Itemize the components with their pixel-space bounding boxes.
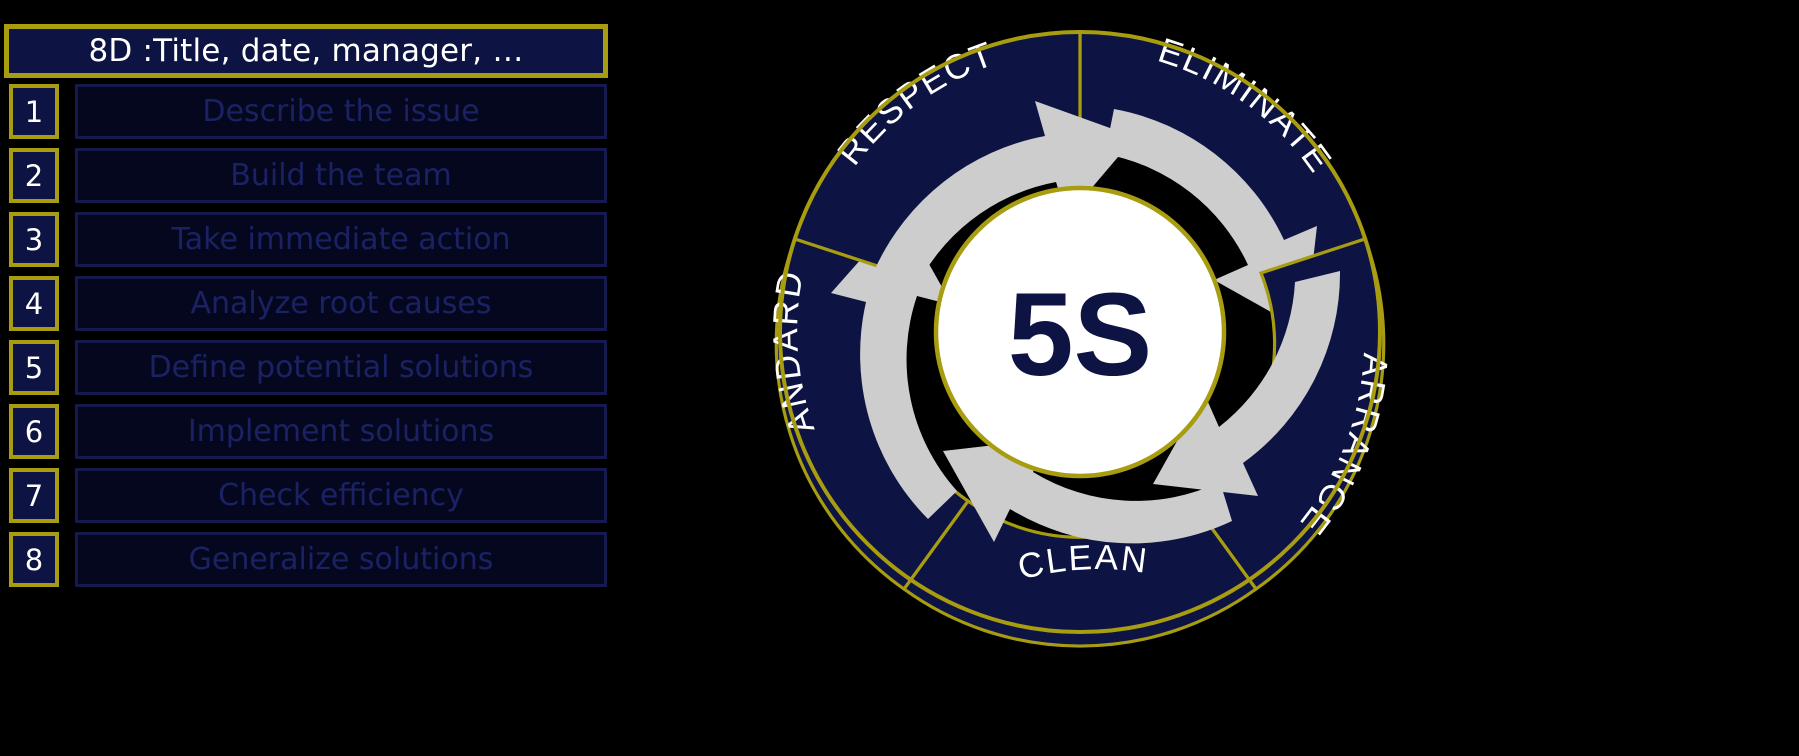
row-number: 1 — [9, 84, 59, 139]
checklist-row[interactable]: 4 Analyze root causes — [0, 276, 612, 331]
checklist-row[interactable]: 8 Generalize solutions — [0, 532, 612, 587]
row-number: 5 — [9, 340, 59, 395]
checklist-row[interactable]: 2 Build the team — [0, 148, 612, 203]
checklist-row[interactable]: 7 Check efficiency — [0, 468, 612, 523]
row-label: Define potential solutions — [75, 340, 607, 395]
checklist-row[interactable]: 6 Implement solutions — [0, 404, 612, 459]
hub-label: 5S — [1008, 269, 1152, 401]
row-label: Analyze root causes — [75, 276, 607, 331]
row-label: Take immediate action — [75, 212, 607, 267]
checklist-row[interactable]: 3 Take immediate action — [0, 212, 612, 267]
eight-d-checklist: 8D :Title, date, manager, … 1 Describe t… — [0, 24, 612, 596]
row-number: 6 — [9, 404, 59, 459]
row-label: Build the team — [75, 148, 607, 203]
row-label: Describe the issue — [75, 84, 607, 139]
row-number: 2 — [9, 148, 59, 203]
checklist-header: 8D :Title, date, manager, … — [4, 24, 608, 78]
checklist-row[interactable]: 5 Define potential solutions — [0, 340, 612, 395]
row-label: Check efficiency — [75, 468, 607, 523]
row-number: 7 — [9, 468, 59, 523]
five-s-wheel: ELIMINATE ARRANGE CLEAN STANDARDIZE RESP… — [745, 0, 1415, 667]
checklist-row[interactable]: 1 Describe the issue — [0, 84, 612, 139]
row-number: 3 — [9, 212, 59, 267]
row-number: 4 — [9, 276, 59, 331]
row-label: Implement solutions — [75, 404, 607, 459]
row-label: Generalize solutions — [75, 532, 607, 587]
row-number: 8 — [9, 532, 59, 587]
